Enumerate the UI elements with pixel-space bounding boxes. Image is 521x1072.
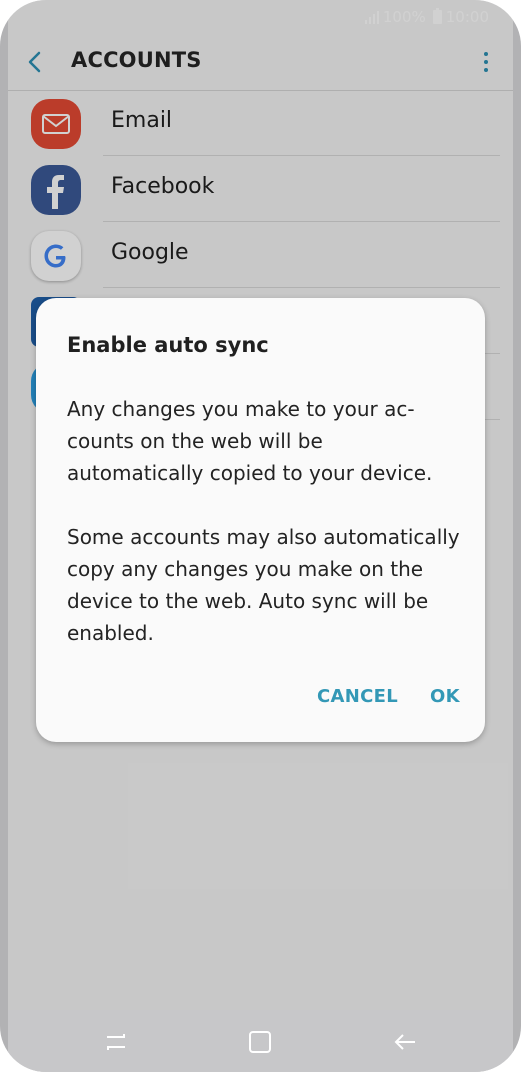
dialog-message: Any changes you make to your ac­counts o… bbox=[67, 393, 462, 681]
navigation-bar bbox=[8, 1010, 513, 1072]
dialog-paragraph: Some accounts may also automatically cop… bbox=[67, 525, 460, 645]
device-frame: 100% 10:00 ACCOUNTS Email Facebook Googl… bbox=[0, 0, 521, 1072]
cancel-button[interactable]: CANCEL bbox=[317, 686, 398, 707]
recents-button[interactable] bbox=[102, 1028, 130, 1056]
home-icon bbox=[249, 1031, 271, 1053]
dialog-paragraph: Any changes you make to your ac­counts o… bbox=[67, 397, 433, 485]
home-button[interactable] bbox=[246, 1028, 274, 1056]
ok-button[interactable]: OK bbox=[430, 686, 460, 707]
back-nav-button[interactable] bbox=[391, 1028, 419, 1056]
dialog-title: Enable auto sync bbox=[67, 333, 269, 357]
back-arrow-icon bbox=[394, 1034, 415, 1050]
recents-icon bbox=[107, 1034, 125, 1050]
auto-sync-dialog: Enable auto sync Any changes you make to… bbox=[36, 298, 485, 742]
